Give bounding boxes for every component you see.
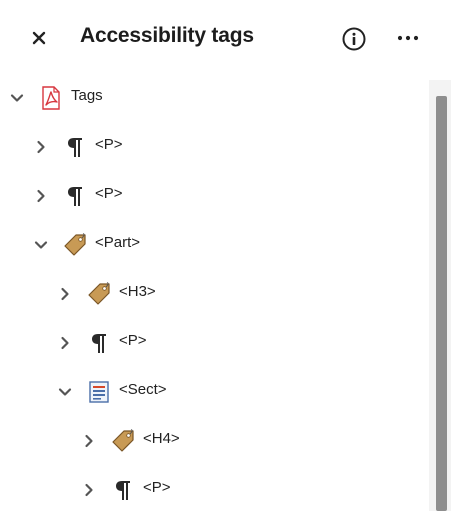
- tag-icon: [111, 429, 135, 453]
- info-button[interactable]: [341, 26, 367, 52]
- tree-item-label: <P>: [95, 184, 123, 202]
- more-options-icon: [397, 35, 419, 41]
- tag-icon: [63, 233, 87, 257]
- tree-item-p[interactable]: <P>: [57, 321, 147, 365]
- info-icon: [342, 27, 366, 51]
- tree-item-p[interactable]: <P>: [33, 174, 123, 218]
- chevron-down-icon[interactable]: [9, 90, 25, 106]
- section-icon: [87, 380, 111, 404]
- paragraph-icon: [111, 478, 135, 502]
- tree-item-label: <H4>: [143, 429, 180, 447]
- chevron-right-icon[interactable]: [33, 188, 49, 204]
- chevron-down-icon[interactable]: [33, 237, 49, 253]
- scrollbar-thumb[interactable]: [436, 96, 447, 511]
- chevron-right-icon[interactable]: [81, 482, 97, 498]
- tree-item-label: <Sect>: [119, 380, 167, 398]
- tree-item-p[interactable]: <P>: [81, 468, 171, 511]
- chevron-right-icon[interactable]: [81, 433, 97, 449]
- tree-item-label: <P>: [143, 478, 171, 496]
- tree-item-label: <Part>: [95, 233, 141, 251]
- chevron-right-icon[interactable]: [57, 335, 73, 351]
- tree-item-label: <H3>: [119, 282, 156, 300]
- paragraph-icon: [63, 184, 87, 208]
- close-button[interactable]: [27, 26, 51, 50]
- paragraph-icon: [63, 135, 87, 159]
- chevron-down-icon[interactable]: [57, 384, 73, 400]
- tree-item-label: Tags: [71, 86, 103, 104]
- tree-item-p[interactable]: <P>: [33, 125, 123, 169]
- tree-item-part[interactable]: <Part>: [33, 223, 140, 267]
- chevron-right-icon[interactable]: [33, 139, 49, 155]
- tree-item-label: <P>: [119, 331, 147, 349]
- tag-icon: [87, 282, 111, 306]
- panel-title: Accessibility tags: [80, 24, 254, 47]
- tree-item-sect[interactable]: <Sect>: [57, 370, 167, 414]
- accessibility-tags-panel: Accessibility tags Tags <P> <P> <Part> <…: [0, 0, 451, 511]
- close-icon: [32, 31, 46, 45]
- pdf-document-icon: [39, 86, 63, 110]
- more-options-button[interactable]: [395, 28, 421, 48]
- tree-item-h3[interactable]: <H3>: [57, 272, 156, 316]
- tree-item-h4[interactable]: <H4>: [81, 419, 180, 463]
- panel-header: Accessibility tags: [0, 0, 451, 76]
- paragraph-icon: [87, 331, 111, 355]
- chevron-right-icon[interactable]: [57, 286, 73, 302]
- tree-item-label: <P>: [95, 135, 123, 153]
- tree-item-tags[interactable]: Tags: [9, 76, 103, 120]
